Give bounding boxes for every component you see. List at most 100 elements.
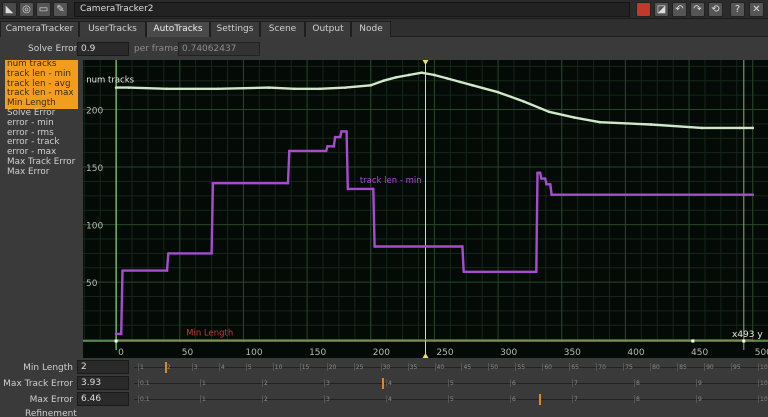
series-point bbox=[394, 75, 398, 79]
node-name-field[interactable]: CameraTracker2 bbox=[74, 2, 630, 17]
min-length-field[interactable]: 2 bbox=[77, 360, 129, 374]
slider-tick bbox=[572, 379, 573, 387]
close-icon[interactable]: ✕ bbox=[749, 2, 764, 17]
revert-icon[interactable]: ⟲ bbox=[708, 2, 723, 17]
node-title-bar: ◣ ◎ ▭ ✎ CameraTracker2 ◪ ↶ ↷ ⟲ ? ✕ bbox=[0, 0, 768, 19]
series-point bbox=[751, 126, 755, 130]
redo-icon[interactable]: ↷ bbox=[690, 2, 705, 17]
help-icon[interactable]: ? bbox=[730, 2, 745, 17]
color-picker-icon[interactable]: ◪ bbox=[654, 2, 669, 17]
series-point bbox=[534, 270, 538, 274]
series-point bbox=[649, 123, 653, 126]
slider-tick-label: 35 bbox=[409, 364, 418, 371]
slider-handle[interactable] bbox=[164, 362, 167, 373]
slider-tick bbox=[572, 395, 573, 403]
tab-cameratracker[interactable]: CameraTracker bbox=[0, 21, 79, 37]
color-swatch-icon[interactable] bbox=[636, 2, 651, 17]
y-tick-label: 50 bbox=[86, 279, 98, 289]
slider-tick-label: 50 bbox=[490, 364, 499, 371]
slider-tick-label: 80 bbox=[652, 364, 660, 371]
autotracks-curve-graph[interactable]: 0 50 100 150 200 250 300 350 400 450 500 50 100 150 20… bbox=[83, 60, 768, 358]
slider-tick-label: 2 bbox=[264, 380, 268, 387]
slider-tick bbox=[386, 395, 387, 403]
slider-tick bbox=[461, 363, 463, 371]
slider-tick-label: 5 bbox=[247, 364, 252, 371]
slider-tick bbox=[677, 363, 679, 371]
keyframe-marker bbox=[114, 339, 118, 343]
tab-usertracks[interactable]: UserTracks bbox=[79, 21, 146, 37]
slider-tick-label: 10 bbox=[760, 396, 768, 403]
series-point bbox=[550, 193, 553, 196]
slider-tick-label: 4 bbox=[220, 364, 225, 371]
tab-autotracks[interactable]: AutoTracks bbox=[146, 21, 210, 37]
slider-tick bbox=[634, 379, 635, 387]
slider-tick bbox=[596, 363, 598, 371]
max-track-error-slider[interactable]: 0.1 1 2 3 4 5 6 7 8 9 10 bbox=[134, 376, 768, 391]
refinement-label: Refinement bbox=[25, 409, 77, 417]
min-length-slider[interactable]: 1 2 3 4 5 10 15 20 25 30 35 40 45 50 55 60 65 70 75 80 85 90 9… bbox=[134, 360, 768, 375]
slider-tick bbox=[569, 363, 571, 371]
max-error-field[interactable]: 6.46 bbox=[77, 392, 129, 406]
slider-tick-label: 10 bbox=[760, 380, 768, 387]
series-point bbox=[318, 87, 322, 91]
slider-tick bbox=[696, 379, 697, 387]
series-point bbox=[287, 149, 291, 153]
slider-tick bbox=[324, 395, 325, 403]
series-point bbox=[382, 79, 385, 83]
slider-tick bbox=[448, 379, 449, 387]
series-point bbox=[114, 332, 118, 336]
slider-tick-label: 70 bbox=[598, 364, 606, 371]
slider-handle[interactable] bbox=[538, 394, 541, 405]
slider-tick bbox=[623, 363, 625, 371]
max-error-slider[interactable]: 0.1 1 2 3 4 5 6 7 8 9 10 bbox=[134, 392, 768, 407]
series-point bbox=[293, 87, 296, 91]
slider-tick-label: 7 bbox=[574, 380, 578, 387]
slider-tick-label: 95 bbox=[733, 364, 741, 371]
slider-tick bbox=[262, 395, 263, 403]
series-point bbox=[543, 177, 547, 180]
slider-tick bbox=[218, 363, 220, 371]
x-tick-label: 0 bbox=[118, 348, 124, 358]
series-point bbox=[538, 171, 542, 175]
tab-settings[interactable]: Settings bbox=[210, 21, 260, 37]
slider-handle[interactable] bbox=[381, 378, 384, 389]
wrench-icon[interactable]: ✎ bbox=[53, 2, 68, 17]
series-point bbox=[346, 187, 350, 191]
tab-scene[interactable]: Scene bbox=[260, 21, 305, 37]
slider-tick-label: 8 bbox=[636, 380, 640, 387]
min-length-label: Min Length bbox=[23, 363, 73, 373]
slider-tick bbox=[696, 395, 697, 403]
series-point bbox=[340, 130, 343, 133]
curve-list-item[interactable]: Max Error bbox=[5, 167, 78, 178]
slider-tick-label: 1 bbox=[140, 364, 144, 371]
slider-tick bbox=[515, 363, 517, 371]
undo-icon[interactable]: ↶ bbox=[672, 2, 687, 17]
slider-tick bbox=[488, 363, 490, 371]
series-point bbox=[210, 252, 213, 255]
max-track-error-field[interactable]: 3.93 bbox=[77, 376, 129, 390]
slider-tick bbox=[386, 379, 387, 387]
slider-tick bbox=[245, 363, 247, 371]
slider-tick-label: 5 bbox=[450, 396, 454, 403]
close-panel-icon[interactable]: ◣ bbox=[2, 2, 17, 17]
slider-tick bbox=[758, 395, 759, 403]
series-point bbox=[545, 183, 548, 186]
series-point bbox=[407, 73, 411, 77]
float-panel-icon[interactable]: ▭ bbox=[36, 2, 51, 17]
series-point bbox=[216, 87, 220, 91]
slider-tick-label: 30 bbox=[382, 364, 391, 371]
slider-tick-label: 9 bbox=[698, 396, 702, 403]
series-point bbox=[462, 270, 465, 274]
series-point bbox=[751, 193, 755, 196]
slider-tick-label: 85 bbox=[679, 364, 687, 371]
x-tick-label: 50 bbox=[182, 348, 194, 358]
tab-node[interactable]: Node bbox=[351, 21, 391, 37]
node-icon[interactable]: ◎ bbox=[19, 2, 34, 17]
y-tick-label: 200 bbox=[86, 106, 103, 116]
solve-error-field[interactable]: 0.9 bbox=[77, 42, 129, 56]
series-point bbox=[433, 73, 436, 77]
series-point bbox=[471, 84, 474, 87]
tab-output[interactable]: Output bbox=[305, 21, 351, 37]
series-point bbox=[458, 80, 462, 84]
x-tick-label: 450 bbox=[691, 348, 708, 358]
